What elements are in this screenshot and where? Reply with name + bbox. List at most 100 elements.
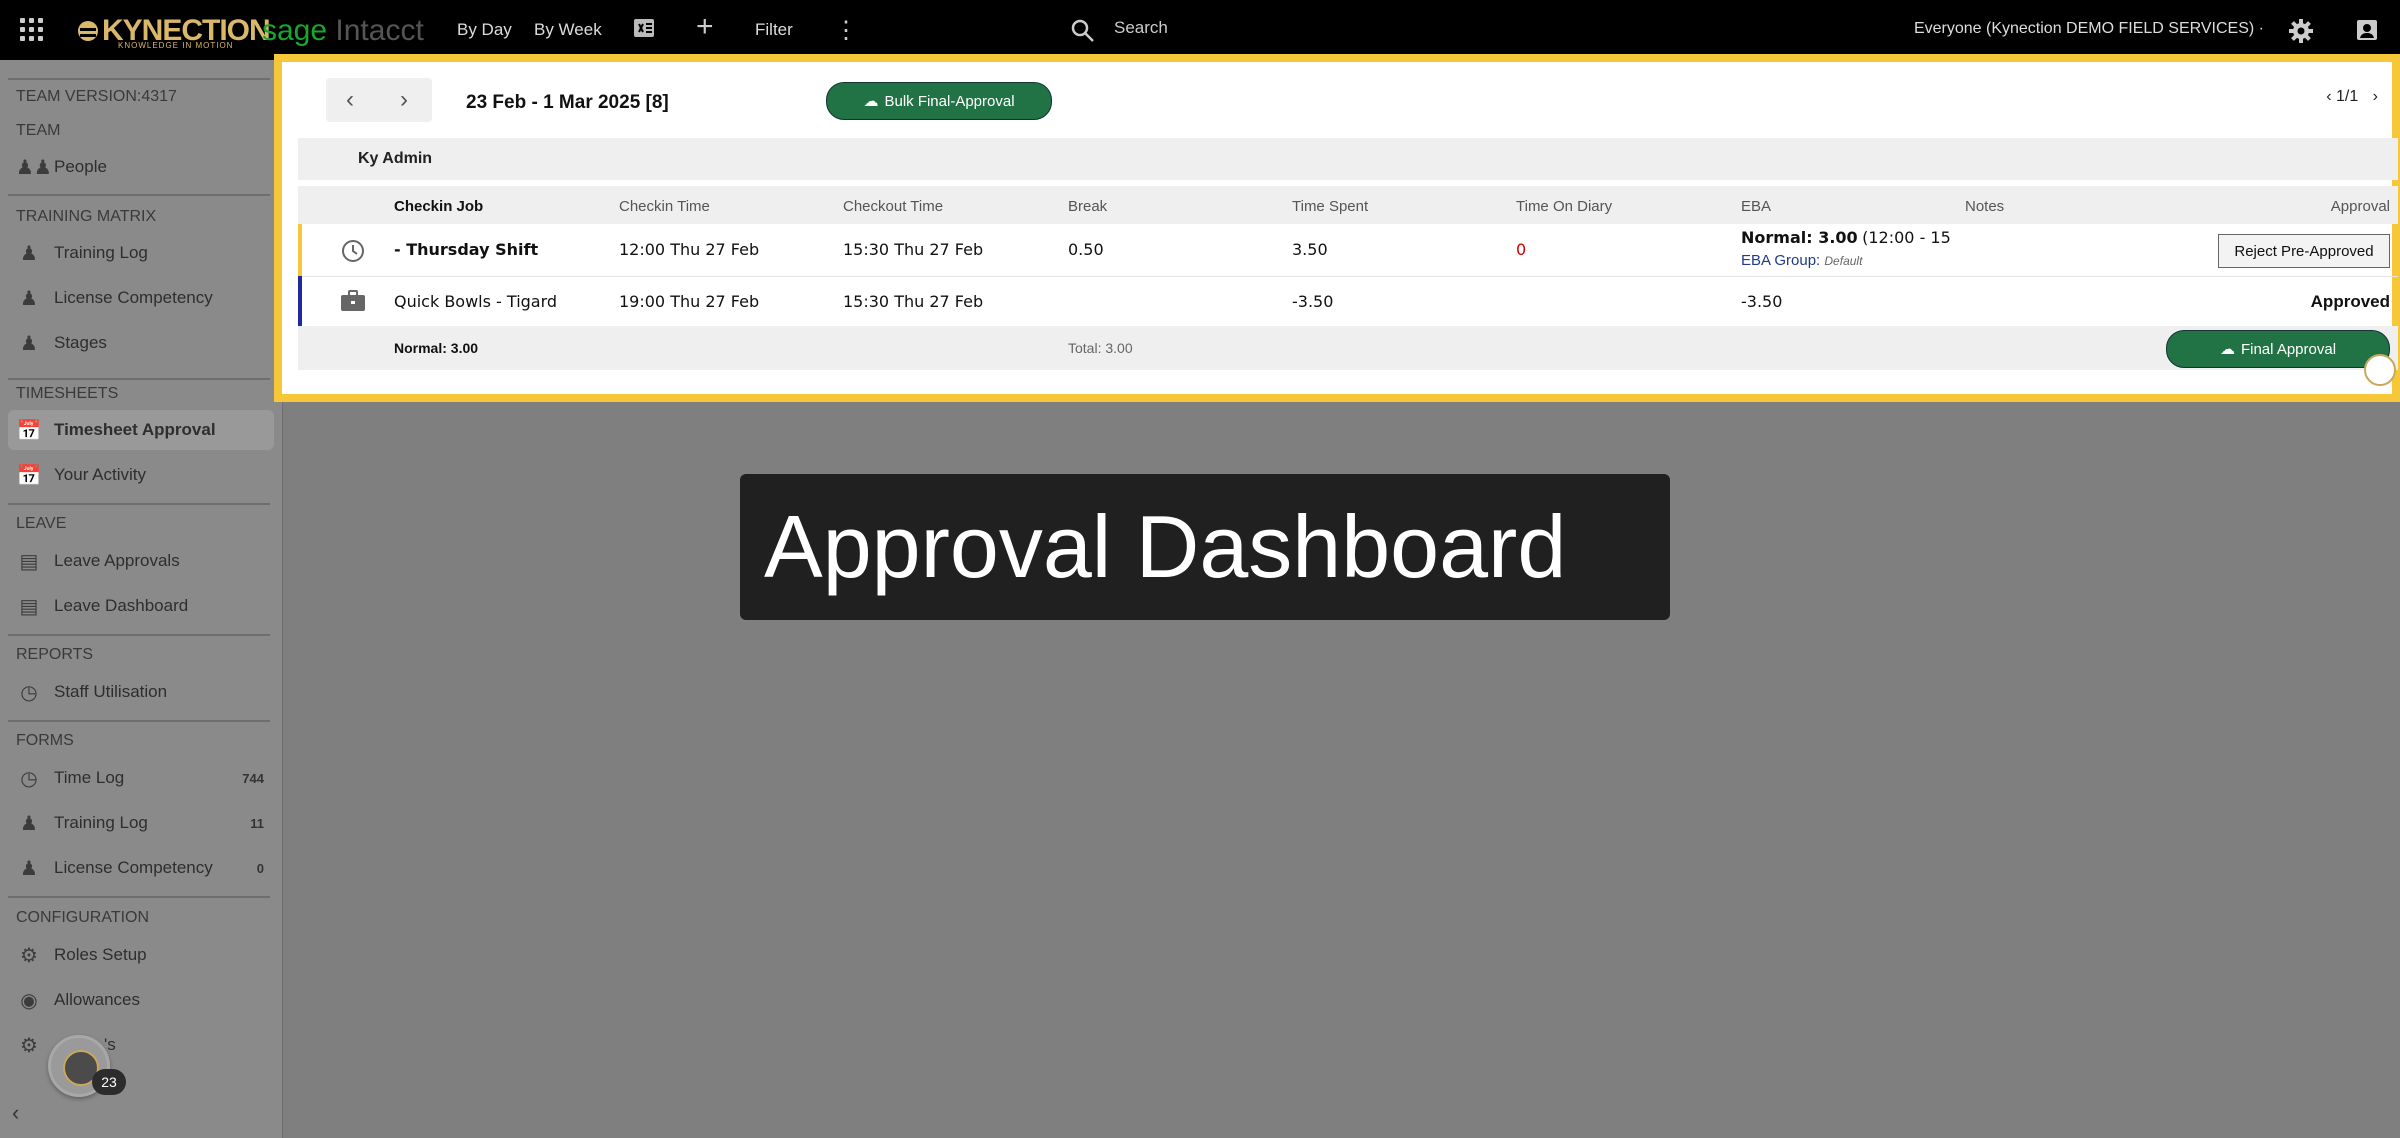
sidebar-item-forms-training-log[interactable]: ♟ Training Log 11 <box>8 803 274 843</box>
dollar-icon: ◉ <box>20 989 38 1012</box>
column-checkout-time: Checkout Time <box>843 198 944 215</box>
sage-text: sage <box>262 14 328 47</box>
section-training-matrix: TRAINING MATRIX <box>16 208 157 225</box>
final-approval-button[interactable]: ☁ Final Approval <box>2166 330 2390 368</box>
divider <box>8 720 270 722</box>
sidebar-item-people[interactable]: ♟♟ People <box>8 147 274 187</box>
time-on-diary-value: 0 <box>1516 240 1527 259</box>
clock-history-icon <box>342 240 364 262</box>
sidebar-item-label: Training Log <box>54 813 148 832</box>
divider <box>8 78 270 80</box>
sidebar-item-leave-approvals[interactable]: ▤ Leave Approvals <box>8 541 274 581</box>
clipboard-icon: ▤ <box>19 595 39 618</box>
sage-intacct-logo: sage Intacct <box>262 14 424 48</box>
sidebar-item-staff-utilisation[interactable]: ◷ Staff Utilisation <box>8 672 274 712</box>
clock-icon: ◷ <box>20 767 38 790</box>
sidebar-item-label: Time Log <box>54 768 125 787</box>
eba-normal: Normal: 3.00 <box>1741 228 1858 247</box>
divider <box>8 194 270 196</box>
sidebar-item-forms-license-competency[interactable]: ♟ License Competency 0 <box>8 848 274 888</box>
briefcase-icon <box>341 290 365 311</box>
team-version: TEAM VERSION:4317 <box>16 88 177 105</box>
sidebar-item-label: People <box>54 157 107 176</box>
timesheet-approval-panel: ‹ › 23 Feb - 1 Mar 2025 [8] ☁ Bulk Final… <box>274 54 2400 402</box>
table-row[interactable]: - Thursday Shift 12:00 Thu 27 Feb 15:30 … <box>298 224 2398 277</box>
section-timesheets: TIMESHEETS <box>16 385 119 402</box>
column-eba: EBA <box>1741 198 1772 215</box>
calendar-icon: 📅 <box>16 419 42 442</box>
badge-person-icon: ♟ <box>20 812 38 835</box>
eba-range: (12:00 - 15: <box>1862 228 1951 247</box>
sidebar-item-allowances[interactable]: ◉ Allowances <box>8 980 274 1020</box>
sidebar-item-your-activity[interactable]: 📅 Your Activity <box>8 455 274 495</box>
bulk-final-approval-button[interactable]: ☁ Bulk Final-Approval <box>826 82 1052 120</box>
more-options-icon[interactable]: ⋮ <box>834 16 858 45</box>
sidebar-item-leave-dashboard[interactable]: ▤ Leave Dashboard <box>8 586 274 626</box>
sidebar-item-label: Leave Dashboard <box>54 596 189 615</box>
gear-icon[interactable] <box>2288 18 2314 44</box>
by-day-button[interactable]: By Day <box>457 20 512 40</box>
row-status-bar <box>298 224 302 276</box>
checkin-time: 12:00 Thu 27 Feb <box>619 240 760 259</box>
add-icon[interactable]: + <box>696 10 714 44</box>
excel-export-icon[interactable] <box>632 16 656 46</box>
search-input[interactable]: Search <box>1114 18 1168 38</box>
sidebar-item-label: Stages <box>54 333 107 352</box>
badge-person-icon: ♟ <box>20 857 38 880</box>
intacct-text: Intacct <box>335 14 424 47</box>
people-icon: ♟♟ <box>16 156 52 179</box>
reject-pre-approved-button[interactable]: Reject Pre-Approved <box>2218 234 2390 268</box>
employee-name: Ky Admin <box>358 150 433 167</box>
account-icon[interactable] <box>2355 18 2379 42</box>
previous-week-icon[interactable]: ‹ <box>346 86 354 114</box>
sidebar-item-stages[interactable]: ♟ Stages <box>8 323 274 363</box>
calendar-icon: 📅 <box>16 464 42 487</box>
section-configuration: CONFIGURATION <box>16 909 150 926</box>
sidebar-item-label: Allowances <box>54 990 140 1009</box>
bee-logo-icon <box>78 21 98 41</box>
eba-value: -3.50 <box>1741 292 1783 311</box>
sidebar-item-time-log[interactable]: ◷ Time Log 744 <box>8 758 274 798</box>
footer-normal: Normal: 3.00 <box>394 340 479 356</box>
sidebar-item-license-competency[interactable]: ♟ License Competency <box>8 278 274 318</box>
table-row[interactable]: Quick Bowls - Tigard 19:00 Thu 27 Feb 15… <box>298 276 2398 329</box>
sidebar-item-label: Staff Utilisation <box>54 682 168 701</box>
search-icon[interactable] <box>1070 18 1096 44</box>
clipboard-icon: ▤ <box>19 550 39 573</box>
gear-icon: ⚙ <box>20 1034 38 1057</box>
date-range-title: 23 Feb - 1 Mar 2025 [8] <box>466 92 669 113</box>
next-page-icon[interactable]: › <box>2373 88 2378 105</box>
top-bar: KYNECTION KNOWLEDGE IN MOTION sage Intac… <box>0 0 2400 60</box>
section-team: TEAM <box>16 122 61 139</box>
kynection-logo[interactable]: KYNECTION KNOWLEDGE IN MOTION <box>74 12 271 50</box>
count-badge: 11 <box>250 815 264 831</box>
week-navigator: ‹ › <box>326 78 432 122</box>
context-selector[interactable]: Everyone (Kynection DEMO FIELD SERVICES)… <box>1914 20 2264 38</box>
badge-person-icon: ♟ <box>20 242 38 265</box>
apps-grid-icon[interactable] <box>20 18 44 42</box>
cloud-upload-icon: ☁ <box>863 93 879 110</box>
notification-badge: 23 <box>92 1069 126 1095</box>
final-approval-label: Final Approval <box>2240 340 2337 358</box>
checkin-job: - Thursday Shift <box>394 240 539 259</box>
by-week-button[interactable]: By Week <box>534 20 602 40</box>
checkin-time: 19:00 Thu 27 Feb <box>619 292 760 311</box>
column-approval: Approval <box>2330 198 2390 215</box>
badge-person-icon: ♟ <box>20 287 38 310</box>
next-week-icon[interactable]: › <box>400 86 408 114</box>
previous-page-icon[interactable]: ‹ <box>2326 88 2331 105</box>
caption-text: Approval Dashboard <box>764 497 1567 596</box>
filter-button[interactable]: Filter <box>755 20 793 40</box>
column-time-spent: Time Spent <box>1292 198 1369 215</box>
collapse-sidebar-icon[interactable]: ‹ <box>12 1100 19 1126</box>
section-leave: LEAVE <box>16 515 67 532</box>
pager: ‹ 1/1 › <box>2326 88 2378 106</box>
eba-group-value: Default <box>1824 254 1863 268</box>
sidebar-item-roles-setup[interactable]: ⚙ Roles Setup <box>8 935 274 975</box>
totals-row: Normal: 3.00 Total: 3.00 ☁ Final Approva… <box>298 326 2398 370</box>
sidebar-item-timesheet-approval[interactable]: 📅 Timesheet Approval <box>8 410 274 450</box>
page-indicator: 1/1 <box>2335 88 2359 105</box>
sidebar-item-training-log[interactable]: ♟ Training Log <box>8 233 274 273</box>
badge-person-icon: ♟ <box>20 332 38 355</box>
sidebar-item-label: License Competency <box>54 858 213 877</box>
